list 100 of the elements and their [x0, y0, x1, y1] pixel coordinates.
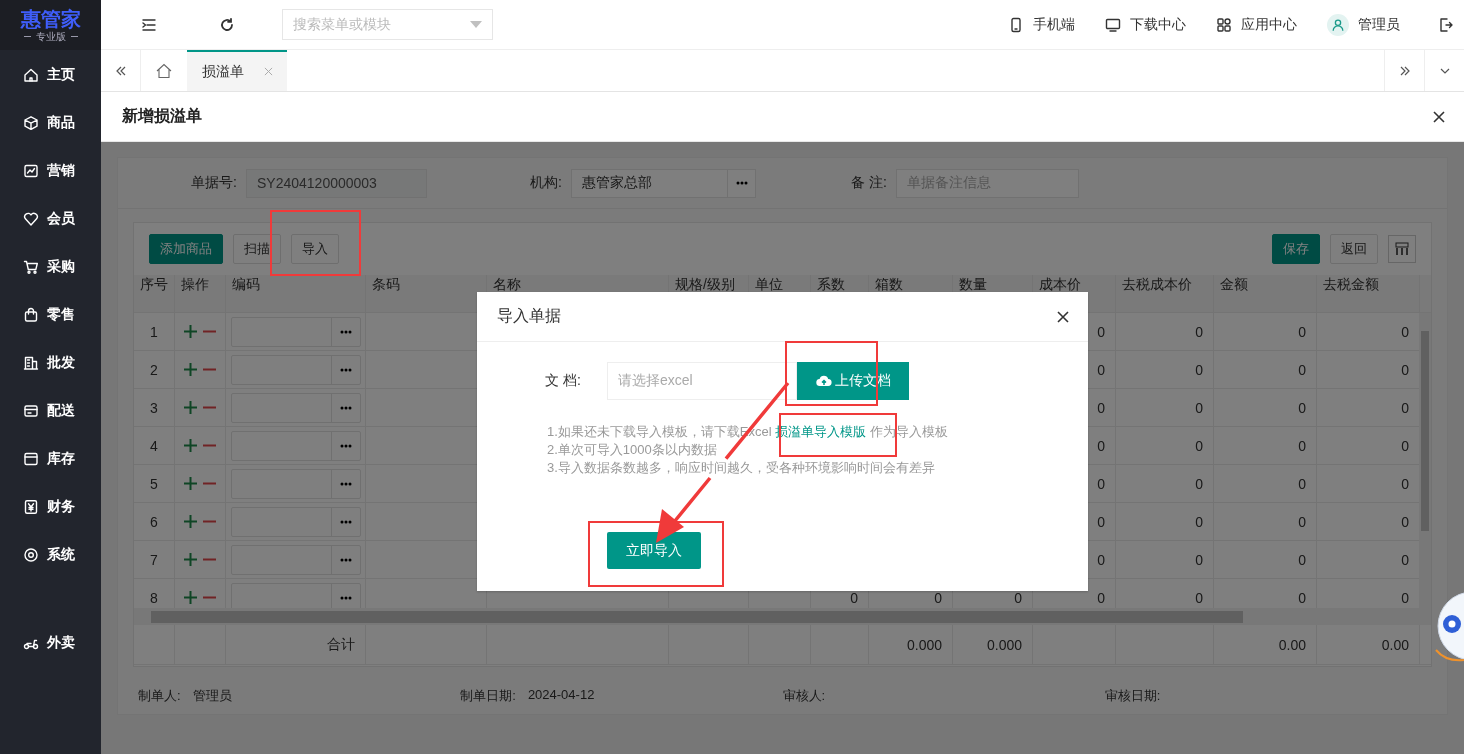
table-cell: 0: [1097, 361, 1105, 378]
column-header: 系数: [817, 276, 845, 292]
menu-icon[interactable]: [141, 16, 157, 33]
plus-icon[interactable]: [184, 477, 197, 490]
minus-icon[interactable]: [203, 558, 216, 561]
more-button[interactable]: [728, 168, 756, 198]
import-note: 2.单次可导入1000条以内数据: [547, 441, 718, 459]
sidebar-item[interactable]: 采购: [0, 243, 101, 291]
tab[interactable]: 损溢单: [187, 50, 287, 91]
table-cell: 0: [1401, 361, 1409, 378]
sidebar-item[interactable]: 零售: [0, 291, 101, 339]
logout-icon[interactable]: [1438, 16, 1454, 33]
footer-label: 审核日期:: [1104, 687, 1161, 705]
sidebar-item[interactable]: 批发: [0, 339, 101, 387]
sidebar-item[interactable]: 商品: [0, 99, 101, 147]
refresh-icon[interactable]: [219, 16, 235, 33]
code-field[interactable]: [231, 468, 361, 499]
ellipsis-icon: [340, 481, 352, 486]
footer-value: 管理员: [192, 687, 232, 705]
total-label: 合计: [327, 635, 355, 654]
table-cell: 0: [1195, 361, 1203, 378]
sidebar-item[interactable]: 财务: [0, 483, 101, 531]
sidebar-item[interactable]: 系统: [0, 531, 101, 579]
phone-icon: [1008, 16, 1024, 33]
table-cell: 0: [1401, 323, 1409, 340]
page-title: 新增损溢单: [122, 106, 202, 126]
plus-icon[interactable]: [184, 553, 197, 566]
table-cell: 0: [1195, 437, 1203, 454]
row-number: 7: [150, 551, 158, 568]
table-cell: 0: [1298, 589, 1306, 606]
plus-icon[interactable]: [184, 325, 197, 338]
footer-label: 制单人:: [138, 687, 181, 705]
column-header: 箱数: [875, 276, 903, 292]
minus-icon[interactable]: [203, 596, 216, 599]
table-cell: 0: [1401, 513, 1409, 530]
table-cell: 0: [1195, 323, 1203, 340]
ellipsis-icon: [735, 181, 748, 185]
plus-icon[interactable]: [184, 439, 197, 452]
toolbar-button[interactable]: 导入: [291, 234, 339, 264]
columns-button[interactable]: [1388, 235, 1416, 263]
code-field[interactable]: [231, 392, 361, 423]
import-button[interactable]: 立即导入: [607, 532, 701, 569]
table-cell: 0: [1401, 475, 1409, 492]
sidebar-item[interactable]: 主页: [0, 51, 101, 99]
sidebar-item[interactable]: 会员: [0, 195, 101, 243]
monitor-icon: [1105, 16, 1121, 33]
footer-value: 2024-04-12: [527, 687, 595, 704]
total-value: 0.000: [906, 636, 942, 653]
heart-icon: [23, 211, 39, 227]
table-cell: 0: [934, 589, 942, 606]
dialog-title: 导入单据: [497, 306, 561, 326]
minus-icon[interactable]: [203, 368, 216, 371]
toolbar-button[interactable]: 返回: [1330, 234, 1378, 264]
table-cell: 0: [1298, 513, 1306, 530]
logo-text: 惠管家: [20, 7, 81, 30]
sidebar-item[interactable]: 库存: [0, 435, 101, 483]
code-field[interactable]: [231, 316, 361, 347]
code-field[interactable]: [231, 544, 361, 575]
code-field[interactable]: [231, 354, 361, 385]
row-number: 3: [150, 399, 158, 416]
plus-icon[interactable]: [184, 401, 197, 414]
sidebar-item[interactable]: 营销: [0, 147, 101, 195]
user-menu[interactable]: 管理员: [1327, 13, 1400, 36]
sidebar-item[interactable]: 配送: [0, 387, 101, 435]
input-field[interactable]: 惠管家总部: [571, 168, 728, 198]
header-link[interactable]: 下载中心: [1105, 15, 1186, 34]
minus-icon[interactable]: [203, 520, 216, 523]
code-field[interactable]: [231, 506, 361, 537]
plus-icon[interactable]: [184, 591, 197, 604]
table-cell: 0: [850, 589, 858, 606]
cube-icon: [23, 115, 39, 131]
column-header: 编码: [232, 276, 260, 292]
row-number: 2: [150, 361, 158, 378]
header-link[interactable]: 应用中心: [1216, 15, 1297, 34]
minus-icon[interactable]: [203, 444, 216, 447]
header-link[interactable]: 手机端: [1008, 15, 1075, 34]
yen-icon: [23, 499, 39, 515]
close-icon[interactable]: [1056, 309, 1070, 324]
code-field[interactable]: [231, 430, 361, 461]
close-icon[interactable]: [1432, 109, 1446, 124]
minus-icon[interactable]: [203, 330, 216, 333]
toolbar-button[interactable]: 扫描: [233, 234, 281, 264]
ellipsis-icon: [340, 557, 352, 562]
chart-icon: [23, 163, 39, 179]
plus-icon[interactable]: [184, 515, 197, 528]
table-cell: 0: [1195, 551, 1203, 568]
table-cell: 0: [1298, 475, 1306, 492]
sidebar-item[interactable]: 外卖: [0, 619, 101, 667]
home-icon: [23, 67, 39, 83]
table-cell: 0: [1195, 589, 1203, 606]
column-header: 去税成本价: [1122, 276, 1192, 292]
plus-icon[interactable]: [184, 363, 197, 376]
minus-icon[interactable]: [203, 482, 216, 485]
minus-icon[interactable]: [203, 406, 216, 409]
building-icon: [23, 355, 39, 371]
table-cell: 0: [1097, 551, 1105, 568]
input-field: SY2404120000003: [246, 168, 427, 198]
settings-icon: [23, 547, 39, 563]
row-number: 4: [150, 437, 158, 454]
home-icon: [155, 61, 173, 80]
